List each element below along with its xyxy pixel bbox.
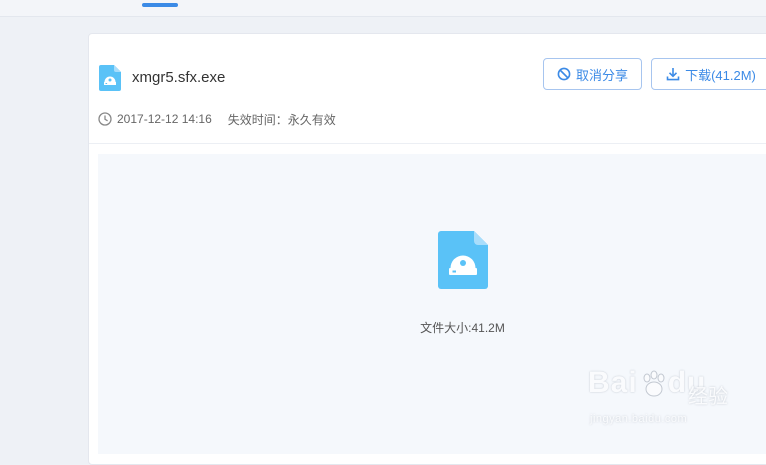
file-exe-icon [438, 231, 488, 289]
divider [89, 143, 766, 144]
file-size-text: 文件大小:41.2M [420, 321, 505, 335]
download-label: 下载(41.2M) [685, 67, 756, 83]
clock-icon [98, 112, 112, 126]
file-meta: 2017-12-12 14:16 失效时间：永久有效 [98, 111, 336, 127]
download-icon [666, 68, 680, 81]
expire-time: 失效时间：永久有效 [227, 112, 336, 127]
file-exe-icon [99, 65, 121, 91]
cancel-share-label: 取消分享 [575, 67, 628, 83]
share-date: 2017-12-12 14:16 [117, 112, 212, 126]
ban-icon [557, 67, 571, 81]
file-name: xmgr5.sfx.exe [132, 69, 226, 86]
download-button[interactable]: 下载(41.2M) [651, 58, 766, 90]
cancel-share-button[interactable]: 取消分享 [543, 58, 642, 90]
file-preview-area [98, 154, 766, 454]
active-tab-indicator [142, 3, 178, 7]
top-nav-bar [0, 0, 766, 17]
